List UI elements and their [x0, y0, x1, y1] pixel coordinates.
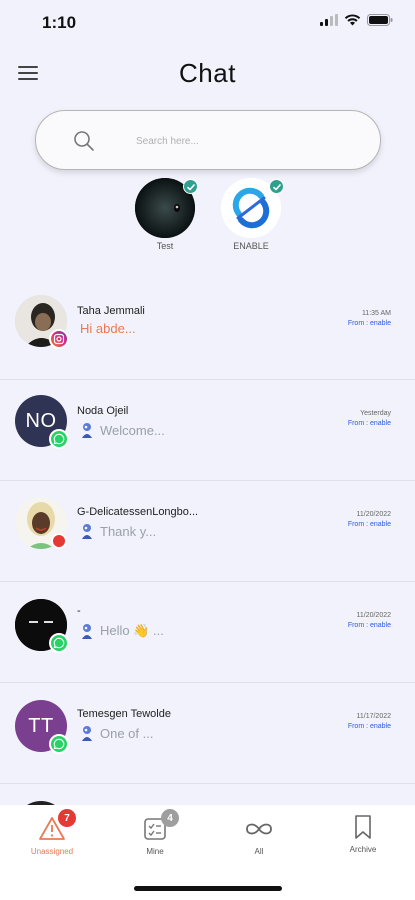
nav-unassigned[interactable]: 7 Unassigned: [17, 809, 87, 856]
message-preview-text: Hi abde...: [80, 321, 136, 336]
home-indicator[interactable]: [134, 886, 282, 891]
message-time: Yesterday: [360, 410, 391, 417]
bot-agent-icon: [82, 423, 92, 438]
search-icon: [74, 131, 94, 151]
message-source: From : enable: [347, 420, 391, 427]
message-preview: One of ...: [80, 725, 153, 741]
channel-avatar-enable: [221, 178, 284, 238]
conversation-item-partial[interactable]: [0, 785, 415, 805]
message-preview: Hi abde...: [80, 321, 136, 336]
mine-count-badge: 4: [161, 809, 179, 827]
warning-triangle-icon: 7: [38, 809, 76, 843]
contact-name: Noda Ojeil: [77, 405, 129, 417]
avatar: [15, 295, 69, 349]
nav-label: Mine: [146, 847, 164, 856]
message-preview: Welcome...: [80, 422, 165, 438]
message-preview-text: Thank y...: [100, 523, 157, 539]
bot-agent-icon: [82, 624, 92, 639]
search-bar[interactable]: [35, 110, 381, 170]
status-time: 1:10: [42, 13, 77, 32]
contact-name: G-DelicatessenLongbo...: [77, 506, 199, 518]
checklist-icon: 4: [141, 809, 179, 843]
nav-label: All: [254, 847, 264, 856]
avatar: [15, 497, 67, 549]
message-source: From : enable: [347, 320, 391, 327]
message-source: From : enable: [347, 723, 391, 730]
contact-name: -: [77, 605, 81, 617]
message-preview: Thank y...: [80, 523, 156, 539]
channel-label: Test: [156, 241, 174, 251]
channel-avatar-test: [135, 178, 198, 238]
contact-name: Temesgen Tewolde: [77, 708, 171, 720]
whatsapp-icon: [49, 633, 69, 653]
status-bar: 1:10: [0, 0, 415, 44]
avatar-initials: NO: [25, 409, 57, 432]
unassigned-count-badge: 7: [58, 809, 76, 827]
message-source: From : enable: [347, 622, 391, 629]
avatar: [15, 599, 69, 653]
battery-icon: [367, 14, 393, 26]
status-dot-icon: [51, 533, 67, 549]
conversation-item[interactable]: - Hello 👋 ... 11/20/2022 From : enable: [0, 583, 415, 683]
channel-label: ENABLE: [233, 241, 269, 251]
search-input[interactable]: [136, 131, 356, 151]
page-title: Chat: [179, 58, 236, 88]
whatsapp-icon: [49, 429, 69, 449]
status-icons: [320, 14, 393, 26]
message-preview-text: One of ...: [100, 725, 154, 741]
app-header: Chat: [0, 44, 415, 104]
bot-agent-icon: [82, 524, 92, 539]
avatar-initials: TT: [28, 714, 54, 737]
nav-label: Unassigned: [30, 847, 74, 856]
conversation-item[interactable]: G-DelicatessenLongbo... Thank y... 11/20…: [0, 482, 415, 582]
instagram-icon: [49, 329, 69, 349]
conversation-item[interactable]: Taha Jemmali Hi abde... 11:35 AM From : …: [0, 280, 415, 380]
verified-check-icon: [269, 179, 284, 194]
verified-check-icon: [183, 179, 198, 194]
infinity-icon: [245, 815, 273, 843]
nav-all[interactable]: All: [224, 815, 294, 856]
channel-enable[interactable]: ENABLE: [219, 178, 284, 251]
message-time: 11/17/2022: [356, 713, 391, 720]
wifi-icon: [344, 14, 361, 26]
channel-selector: Test ENABLE: [0, 178, 415, 258]
message-preview-text: Hello 👋 ...: [100, 623, 164, 638]
contact-name: Taha Jemmali: [77, 305, 145, 317]
conversation-item[interactable]: TT Temesgen Tewolde One of ... 11/17/202…: [0, 684, 415, 784]
message-source: From : enable: [347, 521, 391, 528]
conversation-item[interactable]: NO Noda Ojeil Welcome... Yesterday From …: [0, 381, 415, 481]
nav-archive[interactable]: Archive: [328, 813, 398, 854]
avatar: TT: [15, 700, 69, 754]
message-time: 11/20/2022: [356, 511, 391, 518]
avatar: NO: [15, 395, 69, 449]
message-preview: Hello 👋 ...: [80, 623, 164, 639]
whatsapp-icon: [49, 734, 69, 754]
message-time: 11:35 AM: [361, 310, 391, 317]
signal-icon: [320, 14, 338, 26]
message-preview-text: Welcome...: [100, 422, 165, 438]
nav-label: Archive: [349, 845, 377, 854]
bot-agent-icon: [82, 726, 92, 741]
channel-test[interactable]: Test: [133, 178, 198, 251]
message-time: 11/20/2022: [356, 612, 391, 619]
bookmark-icon: [349, 813, 377, 841]
nav-mine[interactable]: 4 Mine: [120, 809, 190, 856]
